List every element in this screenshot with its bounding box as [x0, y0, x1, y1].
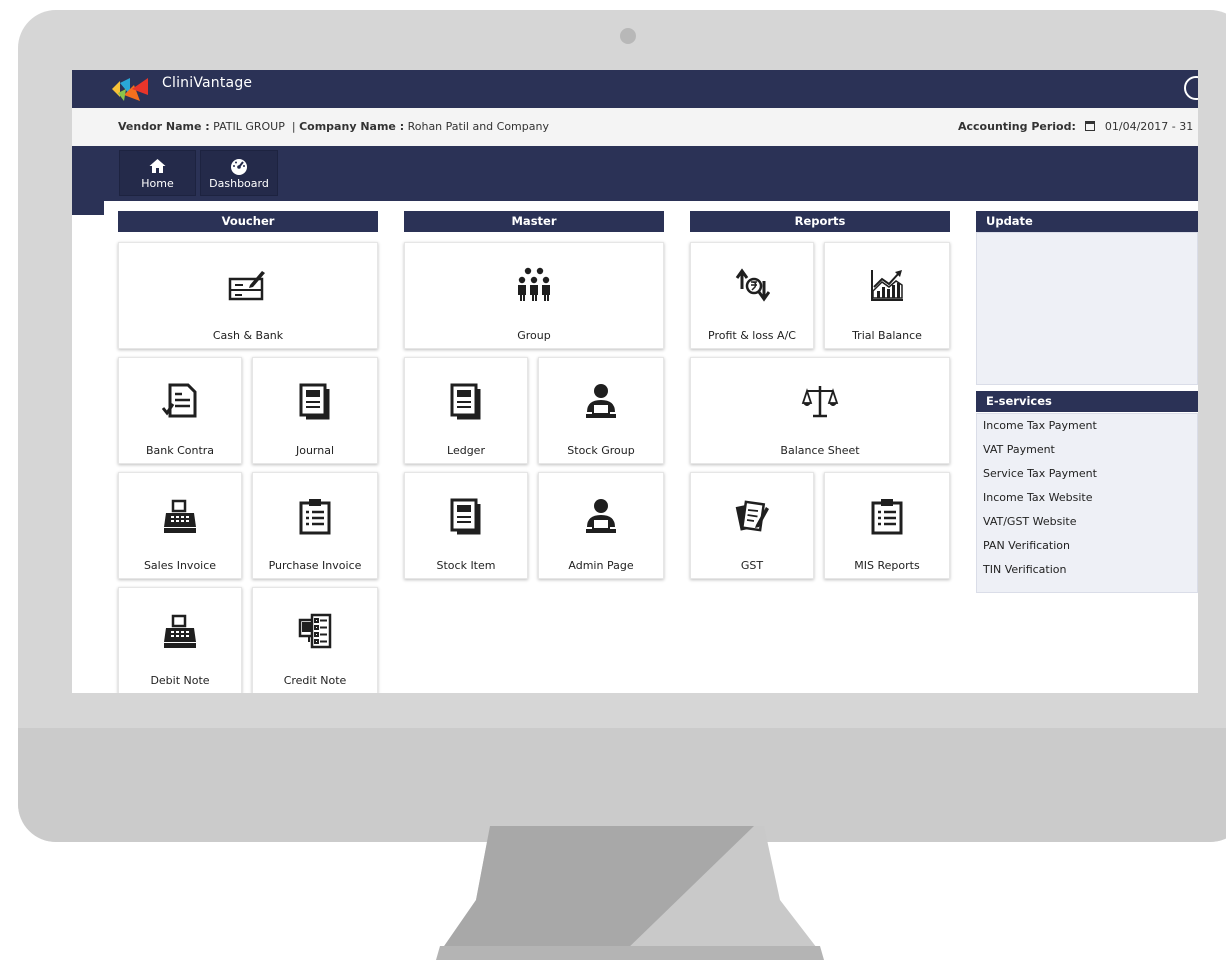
eservice-link-pan-verification[interactable]: PAN Verification: [977, 534, 1197, 558]
company-label: Company Name :: [299, 120, 405, 133]
period-label: Accounting Period:: [958, 120, 1076, 133]
tile-trial-balance[interactable]: Trial Balance: [824, 242, 950, 349]
cheque-icon: [228, 271, 265, 301]
documents-pen-icon: [735, 500, 769, 532]
camera-dot: [620, 28, 636, 44]
company-value: Rohan Patil and Company: [407, 120, 549, 133]
info-separator: |: [291, 120, 296, 133]
tile-label: Balance Sheet: [780, 444, 860, 457]
nav-home-button[interactable]: Home: [119, 150, 196, 196]
eservice-link-vat-payment[interactable]: VAT Payment: [977, 438, 1197, 462]
tile-sales-invoice[interactable]: Sales Invoice: [118, 472, 242, 579]
tile-label: Profit & loss A/C: [708, 329, 796, 342]
tile-mis-reports[interactable]: MIS Reports: [824, 472, 950, 579]
nav-dashboard-button[interactable]: Dashboard: [200, 150, 278, 196]
vendor-company-info: Vendor Name : PATIL GROUP | Company Name…: [118, 120, 549, 133]
nav-notch: [72, 201, 104, 215]
reports-header: Reports: [690, 211, 950, 232]
tile-label: Debit Note: [150, 674, 210, 687]
document-check-icon: [162, 383, 197, 418]
tile-balance-sheet[interactable]: Balance Sheet: [690, 357, 950, 464]
app-name: CliniVantage: [162, 75, 253, 91]
tile-ledger[interactable]: Ledger: [404, 357, 528, 464]
user-laptop-icon: [586, 384, 616, 418]
cash-register-icon: [164, 499, 196, 533]
tile-label: Journal: [295, 444, 335, 457]
tile-label: Admin Page: [568, 559, 634, 572]
tile-label: Trial Balance: [852, 329, 922, 342]
tile-label: Group: [517, 329, 551, 342]
tile-profit-loss[interactable]: Profit & loss A/C: [690, 242, 814, 349]
tile-label: GST: [740, 559, 764, 572]
nav-home-label: Home: [141, 177, 174, 190]
tile-stock-item[interactable]: Stock Item: [404, 472, 528, 579]
eservice-link-vat-gst-website[interactable]: VAT/GST Website: [977, 510, 1197, 534]
tile-label: Bank Contra: [145, 444, 215, 457]
tile-group[interactable]: Group: [404, 242, 664, 349]
eservice-link-income-tax-website[interactable]: Income Tax Website: [977, 486, 1197, 510]
voucher-header: Voucher: [118, 211, 378, 232]
period-value[interactable]: 01/04/2017 - 31: [1105, 120, 1193, 133]
ledger-icon: [450, 498, 481, 535]
ledger-icon: [450, 383, 481, 420]
tile-label: Ledger: [447, 444, 485, 457]
rupee-exchange-icon: [735, 268, 770, 302]
main-nav: Home Dashboard: [72, 146, 1198, 201]
clipboard-list-icon: [299, 499, 331, 535]
growth-chart-icon: [871, 270, 903, 301]
tile-label: Cash & Bank: [212, 329, 284, 342]
tile-journal[interactable]: Journal: [252, 357, 378, 464]
clinivantage-logo-icon: [112, 78, 148, 101]
eservice-link-service-tax-payment[interactable]: Service Tax Payment: [977, 462, 1197, 486]
monitor-chin: [18, 728, 1226, 842]
tile-credit-note[interactable]: Credit Note: [252, 587, 378, 693]
accounting-period: Accounting Period: 01/04/2017 - 31: [958, 120, 1193, 133]
info-bar: Vendor Name : PATIL GROUP | Company Name…: [72, 108, 1198, 146]
tile-label: Credit Note: [283, 674, 347, 687]
tile-label: Purchase Invoice: [268, 559, 362, 572]
nav-dashboard-label: Dashboard: [209, 177, 269, 190]
tile-bank-contra[interactable]: Bank Contra: [118, 357, 242, 464]
user-laptop-icon: [586, 499, 616, 533]
tile-stock-group[interactable]: Stock Group: [538, 357, 664, 464]
vendor-label: Vendor Name :: [118, 120, 210, 133]
clipboard-list-icon: [871, 499, 903, 535]
update-header: Update: [976, 211, 1198, 232]
app-screen: CliniVantage Vendor Name : PATIL GROUP |…: [72, 70, 1198, 693]
update-panel: [976, 232, 1198, 385]
eservice-link-income-tax-payment[interactable]: Income Tax Payment: [977, 414, 1197, 438]
tile-cash-bank[interactable]: Cash & Bank: [118, 242, 378, 349]
dashboard-icon: [231, 159, 247, 175]
monitor-checklist-icon: [298, 613, 332, 649]
profile-icon[interactable]: [1184, 76, 1198, 100]
balance-scale-icon: [801, 386, 839, 418]
cash-register-icon: [164, 614, 196, 648]
tile-label: Stock Item: [436, 559, 496, 572]
tile-gst[interactable]: GST: [690, 472, 814, 579]
vendor-value: PATIL GROUP: [213, 120, 285, 133]
tile-purchase-invoice[interactable]: Purchase Invoice: [252, 472, 378, 579]
tile-label: MIS Reports: [854, 559, 920, 572]
calendar-icon[interactable]: [1085, 121, 1096, 131]
eservices-header: E-services: [976, 391, 1198, 412]
tile-label: Sales Invoice: [143, 559, 217, 572]
tile-admin-page[interactable]: Admin Page: [538, 472, 664, 579]
top-header: CliniVantage: [72, 70, 1198, 108]
journal-icon: [299, 383, 330, 420]
home-icon: [149, 159, 166, 173]
eservice-link-tin-verification[interactable]: TIN Verification: [977, 558, 1197, 582]
master-header: Master: [404, 211, 664, 232]
eservices-list: Income Tax Payment VAT Payment Service T…: [976, 413, 1198, 593]
group-people-icon: [518, 267, 550, 301]
tile-debit-note[interactable]: Debit Note: [118, 587, 242, 693]
tile-label: Stock Group: [567, 444, 635, 457]
